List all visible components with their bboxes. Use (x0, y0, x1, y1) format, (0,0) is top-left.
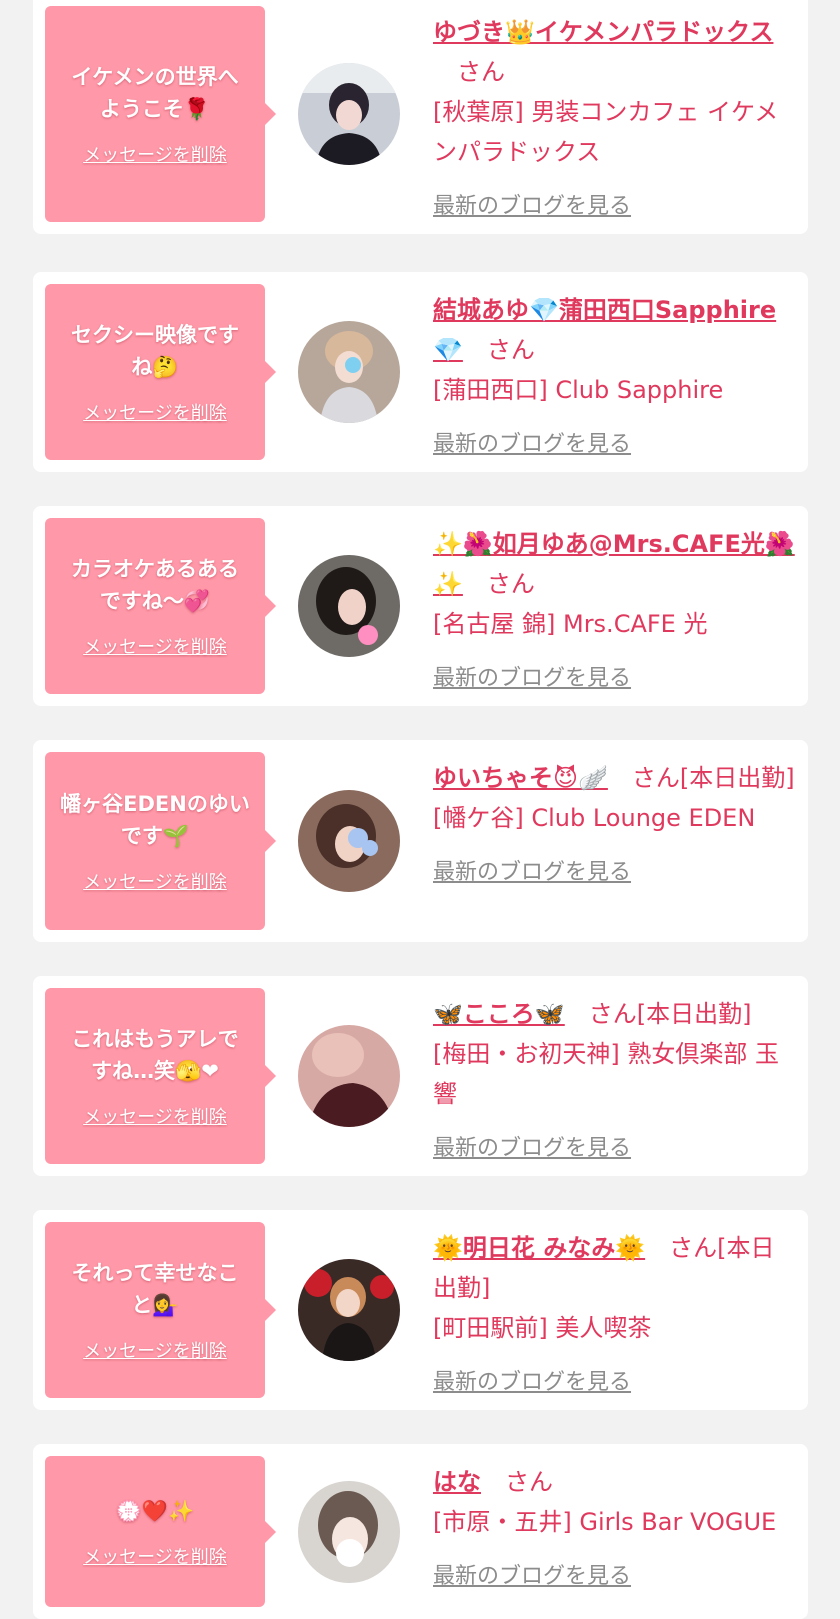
shop-info: [市原・五井] Girls Bar VOGUE (433, 1508, 777, 1536)
latest-blog-link[interactable]: 最新のブログを見る (433, 1558, 631, 1590)
delete-message-link[interactable]: メッセージを削除 (83, 1103, 227, 1129)
message-card: カラオケあるある ですね〜💞 メッセージを削除 ✨🌺如月ゆあ@Mrs.CAFE光… (33, 506, 808, 706)
message-text: イケメンの世界へ ようこそ🌹 (71, 65, 239, 121)
message-text: セクシー映像です ね🤔 (71, 323, 239, 379)
message-card: イケメンの世界へ ようこそ🌹 メッセージを削除 ゆづき👑イケメンパラドックスさん… (33, 0, 808, 234)
latest-blog-link[interactable]: 最新のブログを見る (433, 426, 631, 458)
sender-info: 🌞明日花 みなみ🌞 さん[本日出勤] [町田駅前] 美人喫茶 最新のブログを見る (433, 1222, 796, 1396)
sender-info: ゆいちゃそ😈🪽 さん[本日出勤] [幡ケ谷] Club Lounge EDEN 最… (433, 752, 796, 886)
message-text: それって幸せなこ と💁‍♀️ (71, 1261, 239, 1317)
message-bubble: セクシー映像です ね🤔 メッセージを削除 (45, 284, 276, 460)
message-bubble: これはもうアレで すね…笑🫣❤ メッセージを削除 (45, 988, 276, 1164)
message-card: 幡ヶ谷EDENのゆい です🌱 メッセージを削除 ゆいちゃそ😈🪽 さん[本日出勤] … (33, 740, 808, 942)
shop-info: [蒲田西口] Club Sapphire (433, 376, 724, 404)
honorific: さん (486, 336, 535, 364)
sender-name-link[interactable]: ゆづき👑イケメンパラドックス (433, 18, 773, 46)
message-bubble: イケメンの世界へ ようこそ🌹 メッセージを削除 (45, 6, 276, 222)
message-card: これはもうアレで すね…笑🫣❤ メッセージを削除 🦋こころ🦋 さん[本日出勤] [… (33, 976, 808, 1176)
delete-message-link[interactable]: メッセージを削除 (83, 399, 227, 425)
honorific: さん (505, 1468, 553, 1496)
message-text: 幡ヶ谷EDENのゆい です🌱 (60, 792, 250, 848)
sender-info: 結城あゆ💎蒲田西口Sapphire💎 さん [蒲田西口] Club Sapphir… (433, 284, 796, 458)
shop-info: [町田駅前] 美人喫茶 (433, 1314, 652, 1342)
message-text: 💮❤️✨ (115, 1498, 195, 1523)
message-text: これはもうアレで すね…笑🫣❤ (71, 1027, 239, 1083)
message-card: それって幸せなこ と💁‍♀️ メッセージを削除 🌞明日花 みなみ🌞 さん[本日出勤… (33, 1210, 808, 1410)
honorific: さん (486, 570, 535, 598)
honorific: さん[本日出勤] (631, 764, 795, 792)
shop-info: [幡ケ谷] Club Lounge EDEN (433, 804, 756, 832)
shop-info: [秋葉原] 男装コンカフェ イケメンパラドックス (433, 98, 779, 166)
sender-name-link[interactable]: はな (433, 1468, 481, 1496)
message-card: 💮❤️✨ メッセージを削除 はな さん [市原・五井] Girls Bar VOG… (33, 1444, 808, 1619)
honorific: さん (457, 58, 505, 86)
sender-info: 🦋こころ🦋 さん[本日出勤] [梅田・お初天神] 熟女倶楽部 玉響 最新のブログを… (433, 988, 796, 1162)
delete-message-link[interactable]: メッセージを削除 (83, 868, 227, 894)
latest-blog-link[interactable]: 最新のブログを見る (433, 660, 631, 692)
sender-name-link[interactable]: ゆいちゃそ😈🪽 (433, 764, 608, 792)
sender-name-link[interactable]: 🌞明日花 みなみ🌞 (433, 1234, 645, 1262)
avatar[interactable] (298, 1025, 400, 1127)
delete-message-link[interactable]: メッセージを削除 (83, 141, 227, 167)
delete-message-link[interactable]: メッセージを削除 (83, 633, 227, 659)
avatar[interactable] (298, 321, 400, 423)
shop-info: [梅田・お初天神] 熟女倶楽部 玉響 (433, 1040, 779, 1108)
delete-message-link[interactable]: メッセージを削除 (83, 1337, 227, 1363)
message-bubble: 幡ヶ谷EDENのゆい です🌱 メッセージを削除 (45, 752, 276, 930)
avatar[interactable] (298, 555, 400, 657)
message-card: セクシー映像です ね🤔 メッセージを削除 結城あゆ💎蒲田西口Sapphire💎 さ… (33, 272, 808, 472)
avatar[interactable] (298, 790, 400, 892)
sender-name-link[interactable]: 結城あゆ💎蒲田西口Sapphire💎 (433, 296, 776, 364)
honorific: さん[本日出勤] (588, 1000, 752, 1028)
latest-blog-link[interactable]: 最新のブログを見る (433, 1130, 631, 1162)
avatar[interactable] (298, 1259, 400, 1361)
sender-info: ✨🌺如月ゆあ@Mrs.CAFE光🌺✨ さん [名古屋 錦] Mrs.CAFE 光 … (433, 518, 796, 692)
message-list: イケメンの世界へ ようこそ🌹 メッセージを削除 ゆづき👑イケメンパラドックスさん… (0, 0, 840, 1619)
message-text: カラオケあるある ですね〜💞 (71, 557, 239, 613)
sender-info: ゆづき👑イケメンパラドックスさん [秋葉原] 男装コンカフェ イケメンパラドック… (433, 6, 796, 220)
sender-name-link[interactable]: 🦋こころ🦋 (433, 1000, 565, 1028)
message-bubble: それって幸せなこ と💁‍♀️ メッセージを削除 (45, 1222, 276, 1398)
message-bubble: カラオケあるある ですね〜💞 メッセージを削除 (45, 518, 276, 694)
avatar[interactable] (298, 63, 400, 165)
shop-info: [名古屋 錦] Mrs.CAFE 光 (433, 610, 708, 638)
latest-blog-link[interactable]: 最新のブログを見る (433, 1364, 631, 1396)
delete-message-link[interactable]: メッセージを削除 (83, 1543, 227, 1569)
latest-blog-link[interactable]: 最新のブログを見る (433, 854, 631, 886)
avatar[interactable] (298, 1480, 400, 1583)
latest-blog-link[interactable]: 最新のブログを見る (433, 188, 631, 220)
message-bubble: 💮❤️✨ メッセージを削除 (45, 1456, 276, 1607)
sender-info: はな さん [市原・五井] Girls Bar VOGUE 最新のブログを見る (433, 1456, 796, 1590)
